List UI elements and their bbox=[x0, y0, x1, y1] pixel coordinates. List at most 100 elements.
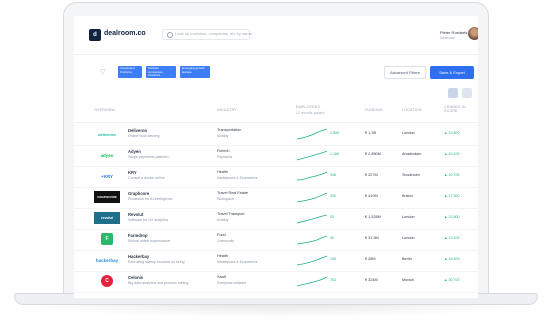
company-description: Recruiting startup focused on hiring bbox=[128, 260, 185, 264]
filter-chip[interactable]: Portfolio companies Investors bbox=[146, 66, 176, 78]
company-name[interactable]: Revolut bbox=[128, 212, 143, 217]
company-funding: € 410M bbox=[365, 194, 378, 198]
logo-text[interactable]: dealroom.co bbox=[104, 30, 146, 37]
company-location: Bristol bbox=[402, 194, 413, 198]
company-name[interactable]: Hackerbay bbox=[128, 254, 149, 259]
employee-count: 2,559 bbox=[330, 131, 339, 135]
company-funding: € 31.5M bbox=[365, 236, 379, 240]
company-funding: € 28M bbox=[365, 257, 376, 261]
employee-count: 330 bbox=[330, 194, 336, 198]
score-change: ▲ 30,700 bbox=[444, 278, 460, 282]
company-description: Single payments platform bbox=[128, 155, 169, 159]
score-change: ▲ 20,700 bbox=[444, 173, 460, 177]
company-industry: Health bbox=[217, 170, 228, 174]
company-logo[interactable]: +KRY bbox=[94, 170, 120, 182]
company-funding: € 1.3B bbox=[365, 131, 376, 135]
column-header-overview[interactable]: Overview bbox=[94, 108, 115, 112]
filter-chip[interactable]: Emerging growth Europe bbox=[180, 66, 210, 78]
list-view-icon[interactable] bbox=[462, 88, 472, 98]
table-row[interactable]: adyen Adyen Single payments platform Fin… bbox=[74, 145, 478, 167]
advanced-filters-button[interactable]: Advanced Filters bbox=[384, 66, 426, 79]
column-header-industry[interactable]: Industry bbox=[217, 108, 237, 112]
company-subindustry: Mobility bbox=[217, 218, 229, 222]
user-name[interactable]: Pieter Roelants bbox=[440, 30, 467, 35]
company-subindustry: Community bbox=[217, 239, 235, 243]
employee-count: 763 bbox=[330, 278, 336, 282]
company-location: London bbox=[402, 131, 415, 135]
company-industry: Health bbox=[217, 254, 228, 258]
employee-sparkline bbox=[296, 255, 328, 266]
table-row[interactable]: F Farmdrop Ethical online supermarket Fo… bbox=[74, 229, 478, 251]
column-header-location[interactable]: Location bbox=[402, 108, 422, 112]
column-header-change[interactable]: Change in score bbox=[444, 105, 470, 113]
employee-sparkline bbox=[296, 171, 328, 181]
company-logo[interactable]: revolut bbox=[94, 212, 120, 224]
column-header-employees[interactable]: Employees bbox=[296, 105, 320, 109]
company-logo[interactable]: F bbox=[101, 233, 113, 245]
company-subindustry: Payments bbox=[217, 155, 233, 159]
score-change: ▲ 40,100 bbox=[444, 152, 460, 156]
grid-view-icon[interactable] bbox=[448, 88, 458, 98]
company-industry: Transportation bbox=[217, 128, 242, 132]
company-funding: € 324M bbox=[365, 278, 378, 282]
company-logo[interactable]: C bbox=[101, 275, 113, 287]
company-name[interactable]: Farmdrop bbox=[128, 233, 148, 238]
company-description: Big data analytics and process mining bbox=[128, 281, 189, 285]
company-description: Processor for AI intelligence bbox=[128, 197, 173, 201]
score-change: ▲ 19,800 bbox=[444, 131, 460, 135]
company-name[interactable]: KRY bbox=[128, 170, 137, 175]
table-row[interactable]: +KRY KRY Consult a doctor online Health … bbox=[74, 166, 478, 188]
user-role: Dealroom bbox=[440, 36, 456, 40]
company-location: Munich bbox=[402, 278, 415, 282]
company-industry: SaaS bbox=[217, 275, 227, 279]
avatar[interactable] bbox=[468, 27, 478, 40]
company-name[interactable]: Celonis bbox=[128, 275, 143, 280]
employee-sparkline bbox=[296, 192, 328, 203]
company-logo[interactable]: adyen bbox=[94, 149, 120, 161]
company-subindustry: Enterprise software bbox=[217, 281, 247, 285]
search-input[interactable]: Look up investors, companies, etc by nam… bbox=[162, 29, 252, 40]
company-description: Software for UX analytics bbox=[128, 218, 169, 222]
filter-icon[interactable]: ▽ bbox=[100, 68, 105, 76]
save-export-button[interactable]: Save & Export bbox=[430, 66, 474, 79]
company-name[interactable]: Deliveroo bbox=[128, 128, 147, 133]
table-row[interactable]: revolut Revolut Software for UX analytic… bbox=[74, 208, 478, 230]
company-logo[interactable]: deliveroo bbox=[94, 128, 120, 140]
company-logo[interactable]: hackerbay bbox=[94, 254, 120, 266]
search-icon bbox=[167, 32, 173, 38]
company-subindustry: Workspace bbox=[217, 197, 234, 201]
company-location: Stockholm bbox=[402, 173, 420, 177]
company-description: Consult a doctor online bbox=[128, 176, 165, 180]
filter-bar: ▽ Investment Unicorns Portfolio companie… bbox=[74, 62, 478, 84]
logo-icon[interactable]: d bbox=[89, 29, 101, 41]
score-change: ▲ 12,100 bbox=[444, 236, 460, 240]
employee-sparkline bbox=[296, 235, 328, 245]
company-subindustry: Mobility bbox=[217, 134, 229, 138]
column-header-funding[interactable]: Funding bbox=[365, 108, 383, 112]
app-screen: d dealroom.co Look up investors, compani… bbox=[74, 16, 478, 298]
company-name[interactable]: Adyen bbox=[128, 149, 141, 154]
employee-sparkline bbox=[296, 276, 328, 287]
employee-count: 948 bbox=[330, 173, 336, 177]
column-subheader-employees: 12 months growth bbox=[296, 111, 325, 115]
company-location: London bbox=[402, 215, 415, 219]
company-name[interactable]: Graphcore bbox=[128, 191, 149, 196]
score-change: ▲ 22,800 bbox=[444, 215, 460, 219]
company-funding: € 2,850M bbox=[365, 152, 381, 156]
company-funding: € 1,528M bbox=[365, 215, 381, 219]
company-location: Amsterdam bbox=[402, 152, 422, 156]
employee-count: 40 bbox=[330, 236, 334, 240]
table-row[interactable]: deliveroo Deliveroo Online food delivery… bbox=[74, 124, 478, 146]
company-subindustry: Marketplace & Ecommerce bbox=[217, 176, 258, 180]
table-header: Overview Industry Employees 12 months gr… bbox=[74, 100, 478, 123]
table-row[interactable]: hackerbay Hackerbay Recruiting startup f… bbox=[74, 250, 478, 272]
company-industry: Travel Real Estate bbox=[217, 191, 249, 195]
company-location: Berlin bbox=[402, 257, 412, 261]
table-row[interactable]: GRAPHCORE Graphcore Processor for AI int… bbox=[74, 187, 478, 209]
company-logo[interactable]: GRAPHCORE bbox=[94, 191, 120, 203]
score-change: ▲ 18,400 bbox=[444, 257, 460, 261]
company-description: Online food delivery bbox=[128, 134, 160, 138]
company-industry: Food bbox=[217, 233, 226, 237]
filter-chip[interactable]: Investment Unicorns bbox=[118, 66, 142, 78]
table-row[interactable]: C Celonis Big data analytics and process… bbox=[74, 271, 478, 293]
